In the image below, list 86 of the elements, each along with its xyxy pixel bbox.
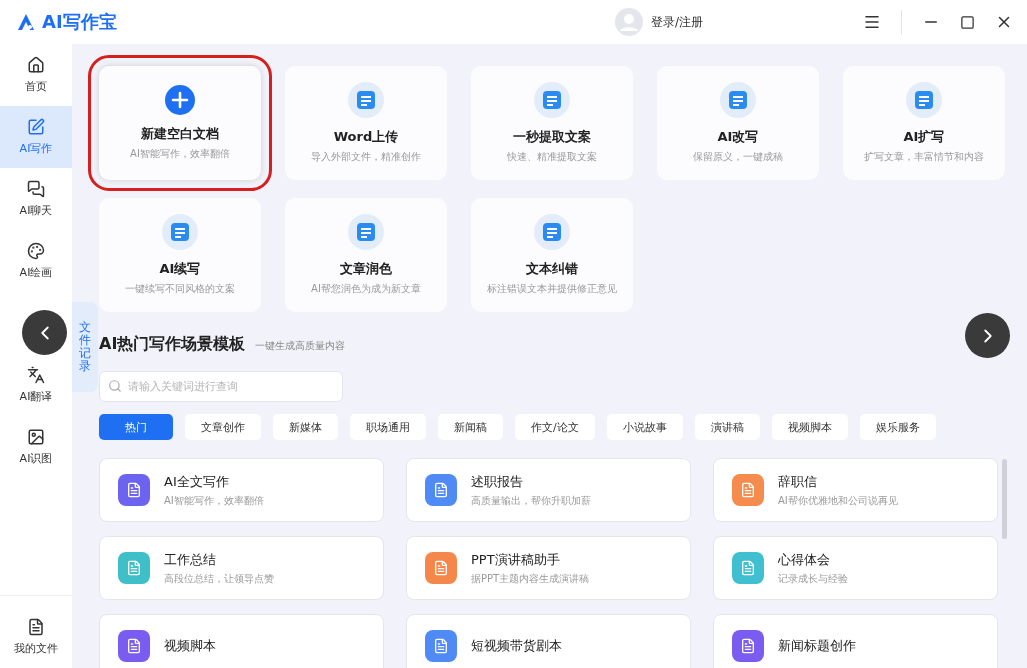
category-tab[interactable]: 演讲稿 [694,414,760,440]
plus-icon [165,85,195,115]
chat-icon [27,180,45,198]
menu-icon[interactable] [863,13,881,31]
template-card[interactable]: 述职报告 高质量输出，帮你升职加薪 [406,458,691,522]
tool-card[interactable]: AI扩写 扩写文章，丰富情节和内容 [843,66,1005,180]
card-title: AI扩写 [903,128,945,146]
maximize-icon[interactable] [960,14,975,30]
category-tab[interactable]: 小说故事 [606,414,683,440]
nav-item[interactable]: 首页 [0,44,72,106]
template-card[interactable]: 工作总结 高段位总结，让领导点赞 [99,536,384,600]
template-card[interactable]: 视频脚本 [99,614,384,668]
nav-item[interactable]: AI聊天 [0,168,72,230]
tool-card[interactable]: 一秒提取文案 快速、精准提取文案 [471,66,633,180]
category-tab[interactable]: 新媒体 [273,414,338,440]
login-link[interactable]: 登录/注册 [650,13,703,31]
nav-item[interactable]: 我的文件 [14,606,58,668]
card-subtitle: AI帮您润色为成为新文章 [311,282,421,296]
template-subtitle: AI智能写作，效率翻倍 [164,493,264,508]
category-tab[interactable]: 热门 [99,414,173,440]
nav-item[interactable]: AI翻译 [0,354,72,416]
section-subtitle: 一键生成高质量内容 [255,339,346,353]
card-title: Word上传 [333,128,399,146]
template-card[interactable]: 新闻标题创作 [713,614,998,668]
document-icon [348,214,384,250]
template-card[interactable]: 心得体会 记录成长与经验 [713,536,998,600]
card-subtitle: 快速、精准提取文案 [507,150,597,164]
tool-card[interactable]: AI改写 保留原义，一键成稿 [657,66,819,180]
template-title: 新闻标题创作 [778,637,856,655]
file-icon [27,618,45,636]
template-title: 短视频带货剧本 [471,637,562,655]
template-card[interactable]: 辞职信 AI帮你优雅地和公司说再见 [713,458,998,522]
palette-icon [27,242,45,260]
card-subtitle: 保留原义，一键成稿 [693,150,783,164]
tool-card[interactable]: 文本纠错 标注错误文本并提供修正意见 [471,198,633,312]
template-title: 心得体会 [778,550,831,569]
nav-item[interactable]: AI识图 [0,416,72,478]
document-icon [348,82,384,118]
card-title: AI改写 [717,128,759,146]
card-title: 一秒提取文案 [513,128,591,146]
card-subtitle: 导入外部文件，精准创作 [311,150,421,164]
category-tab[interactable]: 娱乐服务 [859,414,936,440]
card-subtitle: 一键续写不同风格的文案 [125,282,235,296]
category-tab[interactable]: 新闻稿 [438,414,503,440]
translate-icon [27,366,45,384]
logo-icon [16,13,36,31]
section-title: AI热门写作场景模板 [99,334,246,355]
app-title: AI写作宝 [42,10,117,34]
nav-item[interactable]: AI绘画 [0,230,72,292]
template-subtitle: 记录成长与经验 [778,571,848,586]
tool-card[interactable]: Word上传 导入外部文件，精准创作 [285,66,447,180]
scrollbar[interactable] [1002,459,1007,539]
card-title: 新建空白文档 [141,125,219,143]
card-subtitle: AI智能写作，效率翻倍 [130,147,230,161]
pen-icon [27,118,45,136]
search-icon [108,379,122,393]
home-icon [27,56,45,74]
tool-card[interactable]: AI续写 一键续写不同风格的文案 [99,198,261,312]
category-tab[interactable]: 职场通用 [350,414,426,440]
card-title: AI续写 [159,260,201,278]
template-subtitle: AI帮你优雅地和公司说再见 [778,493,898,508]
template-card[interactable]: 短视频带货剧本 [406,614,691,668]
card-subtitle: 标注错误文本并提供修正意见 [487,282,617,296]
template-subtitle: 高质量输出，帮你升职加薪 [471,493,591,508]
template-title: 工作总结 [164,550,217,569]
template-subtitle: 高段位总结，让领导点赞 [164,571,274,586]
category-tab[interactable]: 视频脚本 [771,414,848,440]
template-title: AI全文写作 [164,472,230,491]
image-icon [27,428,45,446]
card-title: 文章润色 [340,260,392,278]
template-title: PPT演讲稿助手 [471,550,561,569]
template-card[interactable]: PPT演讲稿助手 据PPT主题内容生成演讲稿 [406,536,691,600]
template-title: 视频脚本 [164,637,216,655]
file-record-tab[interactable]: 文件记录 [72,302,98,392]
search-field[interactable]: 请输入关键词进行查询 [99,371,343,402]
template-card[interactable]: AI全文写作 AI智能写作，效率翻倍 [99,458,384,522]
template-title: 述职报告 [471,472,524,491]
category-tab[interactable]: 作文/论文 [515,414,595,440]
next-button[interactable] [965,313,1010,358]
card-title: 文本纠错 [526,260,578,278]
card-subtitle: 扩写文章，丰富情节和内容 [864,150,984,164]
template-subtitle: 据PPT主题内容生成演讲稿 [471,571,590,586]
nav-item[interactable]: AI写作 [0,106,72,168]
tool-card[interactable]: 文章润色 AI帮您润色为成为新文章 [285,198,447,312]
template-title: 辞职信 [778,472,818,491]
category-tab[interactable]: 文章创作 [185,414,261,440]
